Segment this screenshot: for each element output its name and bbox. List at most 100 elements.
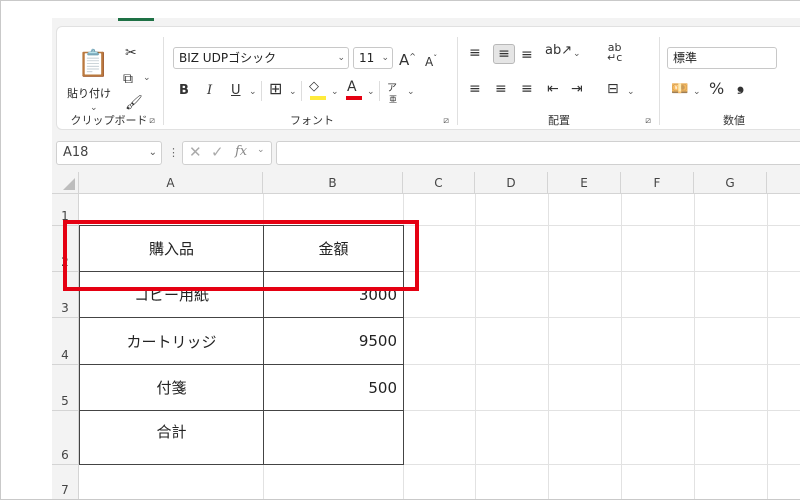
separator — [379, 81, 380, 101]
clipboard-launcher-icon[interactable]: ⧄ — [149, 116, 155, 126]
number-group: 標準 💴 ⌄ % ❟ 数値 — [663, 27, 800, 131]
row-header-7[interactable]: 7 — [52, 465, 79, 500]
alignment-group: ≡ ≡ ≡ ab↗ ⌄ ≡ ≡ ≡ ⇤ ⇥ ab ↵c ⊟ ⌄ 配置 ⧄ — [461, 27, 657, 131]
cell-a2[interactable]: 購入品 — [80, 226, 263, 271]
cell-a5[interactable]: 付箋 — [80, 365, 263, 410]
orientation-icon[interactable]: ab↗ — [545, 43, 572, 59]
row-header-4[interactable]: 4 — [52, 318, 79, 365]
column-header-d[interactable]: D — [475, 172, 548, 194]
insert-function-button[interactable]: fx — [235, 144, 247, 159]
align-left-icon[interactable]: ≡ — [469, 81, 481, 97]
format-painter-icon[interactable]: 🖌 — [125, 95, 143, 111]
border-icon[interactable]: ⊞ — [269, 81, 282, 97]
bold-button[interactable]: B — [179, 83, 189, 99]
font-name-value: BIZ UDPゴシック — [179, 51, 277, 65]
active-tab-indicator — [118, 18, 154, 21]
column-header-a[interactable]: A — [79, 172, 263, 194]
name-box[interactable]: A18 ⌄ — [56, 141, 162, 165]
row-header-6[interactable]: 6 — [52, 411, 79, 465]
column-header-c[interactable]: C — [403, 172, 475, 194]
row-header-3[interactable]: 3 — [52, 272, 79, 318]
copy-dropdown-icon[interactable]: ⌄ — [143, 73, 151, 83]
number-group-label: 数値 — [723, 114, 745, 127]
ribbon: 📋 貼り付け ⌄ ✂ ⧉ ⌄ 🖌 クリップボード ⧄ BIZ UDPゴシック ⌄… — [56, 26, 800, 130]
align-bottom-icon[interactable]: ≡ — [521, 47, 533, 63]
currency-icon[interactable]: 💴 — [671, 81, 688, 97]
column-header-g[interactable]: G — [694, 172, 767, 194]
copy-icon[interactable]: ⧉ — [123, 71, 133, 87]
paste-icon[interactable]: 📋 — [77, 49, 109, 79]
grow-font-icon[interactable]: A^ — [399, 49, 416, 68]
comma-button[interactable]: ❟ — [737, 76, 744, 94]
cell-a4[interactable]: カートリッジ — [80, 318, 263, 364]
table-border — [79, 464, 403, 465]
font-name-select[interactable]: BIZ UDPゴシック ⌄ — [173, 47, 349, 69]
enter-icon[interactable]: ✓ — [211, 143, 224, 161]
underline-dropdown-icon[interactable]: ⌄ — [249, 87, 257, 97]
alignment-launcher-icon[interactable]: ⧄ — [645, 116, 651, 126]
clipboard-group-label: クリップボード — [70, 114, 148, 127]
formula-buttons: ✕ ✓ fx ⌄ — [182, 141, 272, 165]
column-header-f[interactable]: F — [621, 172, 694, 194]
clipboard-group: 📋 貼り付け ⌄ ✂ ⧉ ⌄ 🖌 クリップボード ⧄ — [57, 27, 161, 131]
cut-icon[interactable]: ✂ — [125, 45, 137, 61]
cell-b4[interactable]: 9500 — [264, 318, 403, 364]
font-group-label: フォント — [290, 114, 334, 127]
alignment-group-label: 配置 — [548, 114, 570, 127]
cell-b2[interactable]: 金額 — [264, 226, 403, 271]
align-center-icon[interactable]: ≡ — [495, 81, 507, 97]
cell-a3[interactable]: コピー用紙 — [80, 272, 263, 317]
more-options-icon[interactable]: ⋮ — [168, 146, 179, 159]
wrap-text-icon[interactable]: ab ↵c — [607, 42, 622, 63]
formula-input[interactable] — [276, 141, 800, 165]
row-header-1[interactable]: 1 — [52, 194, 79, 226]
cell-b6[interactable] — [264, 411, 403, 451]
shrink-font-icon[interactable]: Aˇ — [425, 51, 437, 70]
chevron-down-icon[interactable]: ⌄ — [257, 145, 265, 155]
row-header-2[interactable]: 2 — [52, 226, 79, 272]
font-group: BIZ UDPゴシック ⌄ 11 ⌄ A^ Aˇ B I U ⌄ ⊞ ⌄ ◇ ⌄… — [169, 27, 455, 131]
cell-b3[interactable]: 3000 — [264, 272, 403, 317]
font-launcher-icon[interactable]: ⧄ — [443, 116, 449, 126]
phonetic-dropdown-icon[interactable]: ⌄ — [407, 87, 415, 97]
separator — [457, 37, 458, 125]
gridline — [767, 194, 768, 500]
paste-button-label[interactable]: 貼り付け — [67, 85, 111, 101]
select-all-button[interactable] — [52, 172, 79, 194]
font-size-select[interactable]: 11 ⌄ — [353, 47, 393, 69]
font-color-dropdown-icon[interactable]: ⌄ — [367, 87, 375, 97]
column-header-e[interactable]: E — [548, 172, 621, 194]
cell-b5[interactable]: 500 — [264, 365, 403, 410]
merge-center-icon[interactable]: ⊟ — [607, 81, 619, 97]
currency-dropdown-icon[interactable]: ⌄ — [693, 87, 701, 97]
decrease-indent-icon[interactable]: ⇤ — [547, 81, 559, 97]
percent-button[interactable]: % — [709, 81, 724, 97]
cancel-icon[interactable]: ✕ — [189, 143, 202, 161]
cell-a6[interactable]: 合計 — [80, 411, 263, 451]
fill-color-icon[interactable]: ◇ — [309, 79, 319, 95]
underline-button[interactable]: U — [231, 83, 241, 99]
orientation-dropdown-icon[interactable]: ⌄ — [573, 49, 581, 59]
separator — [261, 81, 262, 101]
column-header-h[interactable] — [767, 172, 800, 194]
column-header-b[interactable]: B — [263, 172, 403, 194]
number-format-select[interactable]: 標準 — [667, 47, 777, 69]
align-top-icon[interactable]: ≡ — [469, 45, 481, 61]
font-color-icon[interactable]: A — [347, 79, 357, 95]
increase-indent-icon[interactable]: ⇥ — [571, 81, 583, 97]
phonetic-icon[interactable]: ア 亜 — [387, 79, 397, 105]
border-dropdown-icon[interactable]: ⌄ — [289, 87, 297, 97]
italic-button[interactable]: I — [207, 83, 212, 99]
worksheet-grid[interactable]: A B C D E F G 1 2 3 4 5 6 7 購入品 金額 コピー用紙… — [52, 172, 800, 500]
fill-color-dropdown-icon[interactable]: ⌄ — [331, 87, 339, 97]
font-color-swatch — [346, 96, 362, 100]
separator — [301, 81, 302, 101]
align-middle-icon[interactable]: ≡ — [493, 44, 515, 64]
fill-color-swatch — [310, 96, 326, 100]
number-format-value: 標準 — [673, 51, 698, 65]
separator — [163, 37, 164, 125]
merge-dropdown-icon[interactable]: ⌄ — [627, 87, 635, 97]
separator — [659, 37, 660, 125]
align-right-icon[interactable]: ≡ — [521, 81, 533, 97]
row-header-5[interactable]: 5 — [52, 365, 79, 411]
